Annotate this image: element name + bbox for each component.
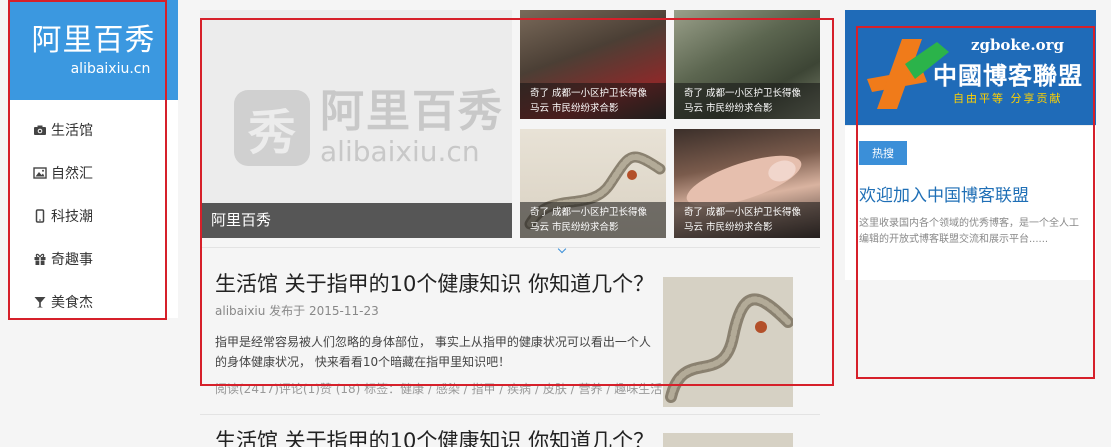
thumb-caption-line: 马云 市民纷纷求合影 xyxy=(530,103,619,114)
banner-domain: zgboke.org xyxy=(970,36,1064,54)
thumb-caption-line: 奇了 成都一小区护卫长得像 xyxy=(530,88,648,99)
sidebar-item-tech[interactable]: 科技潮 xyxy=(9,194,178,237)
hero-logo-en: alibaixiu.cn xyxy=(320,135,480,168)
divider xyxy=(200,247,820,248)
divider xyxy=(200,414,820,415)
sidebar-item-label: 科技潮 xyxy=(51,208,93,225)
brand-logo[interactable]: 阿里百秀 alibaixiu.cn xyxy=(9,0,178,100)
article-excerpt: 指甲是经常容易被人们忽略的身体部位， 事实上从指甲的健康状况可以看出一个人的身体… xyxy=(215,335,651,369)
hero-slide[interactable]: 秀 阿里百秀 alibaixiu.cn 阿里百秀 xyxy=(200,10,512,238)
thumb-caption-line: 马云 市民纷纷求合影 xyxy=(684,222,773,233)
banner-name: 中國博客聯盟 xyxy=(933,62,1083,90)
thumb-caption: 奇了 成都一小区护卫长得像 马云 市民纷纷求合影 xyxy=(520,202,666,238)
gift-icon xyxy=(34,253,46,265)
phone-icon xyxy=(35,208,45,223)
sidebar-item-food[interactable]: 美食杰 xyxy=(9,280,178,323)
thumb-caption-line: 奇了 成都一小区护卫长得像 xyxy=(530,207,648,218)
glass-icon xyxy=(34,296,46,307)
article-thumbnail[interactable] xyxy=(663,277,793,407)
sidebar-item-fun[interactable]: 奇趣事 xyxy=(9,237,178,280)
thumb-caption: 奇了 成都一小区护卫长得像 马云 市民纷纷求合影 xyxy=(520,83,666,119)
snake-image xyxy=(665,293,793,403)
brand-name: 阿里百秀 xyxy=(31,23,156,58)
thumb-caption: 奇了 成都一小区护卫长得像 马云 市民纷纷求合影 xyxy=(674,83,820,119)
sidebar-item-label: 生活馆 xyxy=(51,122,93,139)
thumb-caption: 奇了 成都一小区护卫长得像 马云 市民纷纷求合影 xyxy=(674,202,820,238)
hero-logo-cn: 阿里百秀 xyxy=(320,86,504,137)
panel-description: 这里收录国内各个领域的优秀博客，是一个全人工编辑的开放式博客联盟交流和展示平台.… xyxy=(859,218,1079,245)
article-thumbnail[interactable] xyxy=(663,433,793,447)
blog-alliance-banner[interactable]: zgboke.org 中國博客聯盟 自由平等 分享贡献 xyxy=(845,10,1096,125)
right-panel: zgboke.org 中國博客聯盟 自由平等 分享贡献 热搜 欢迎加入中国博客联… xyxy=(845,10,1096,280)
thumb-card[interactable]: 奇了 成都一小区护卫长得像 马云 市民纷纷求合影 xyxy=(674,10,820,119)
thumb-caption-line: 马云 市民纷纷求合影 xyxy=(530,222,619,233)
sidebar-item-label: 奇趣事 xyxy=(51,251,93,268)
image-icon xyxy=(33,166,47,179)
camera-icon xyxy=(34,125,46,135)
hero-logo: 秀 阿里百秀 alibaixiu.cn xyxy=(234,88,504,168)
sidebar-item-label: 美食杰 xyxy=(51,294,93,311)
sidebar-item-life[interactable]: 生活馆 xyxy=(9,108,178,151)
hero-logo-text: 阿里百秀 alibaixiu.cn xyxy=(320,88,504,168)
brand-domain: alibaixiu.cn xyxy=(70,61,151,77)
thumb-caption-line: 奇了 成都一小区护卫长得像 xyxy=(684,207,802,218)
sidebar-item-nature[interactable]: 自然汇 xyxy=(9,151,178,194)
sidebar-nav: 生活馆 自然汇 科技潮 奇趣事 美食杰 xyxy=(9,100,178,323)
thumb-caption-line: 奇了 成都一小区护卫长得像 xyxy=(684,88,802,99)
thumb-card[interactable]: 奇了 成都一小区护卫长得像 马云 市民纷纷求合影 xyxy=(520,129,666,238)
thumb-caption-line: 马云 市民纷纷求合影 xyxy=(684,103,773,114)
panel-title[interactable]: 欢迎加入中国博客联盟 xyxy=(859,181,1096,206)
hero-logo-mark: 秀 xyxy=(234,90,310,166)
sidebar-item-label: 自然汇 xyxy=(51,165,93,182)
sidebar: 阿里百秀 alibaixiu.cn 生活馆 自然汇 科技潮 奇趣事 美食杰 xyxy=(9,0,178,318)
banner-slogan: 自由平等 分享贡献 xyxy=(953,92,1063,105)
thumb-card[interactable]: 奇了 成都一小区护卫长得像 马云 市民纷纷求合影 xyxy=(674,129,820,238)
hot-search-badge[interactable]: 热搜 xyxy=(859,141,907,165)
thumb-card[interactable]: 奇了 成都一小区护卫长得像 马云 市民纷纷求合影 xyxy=(520,10,666,119)
divider xyxy=(845,125,1096,126)
page: 阿里百秀 alibaixiu.cn 生活馆 自然汇 科技潮 奇趣事 美食杰 秀 … xyxy=(0,0,1111,447)
hero-caption: 阿里百秀 xyxy=(200,203,512,238)
